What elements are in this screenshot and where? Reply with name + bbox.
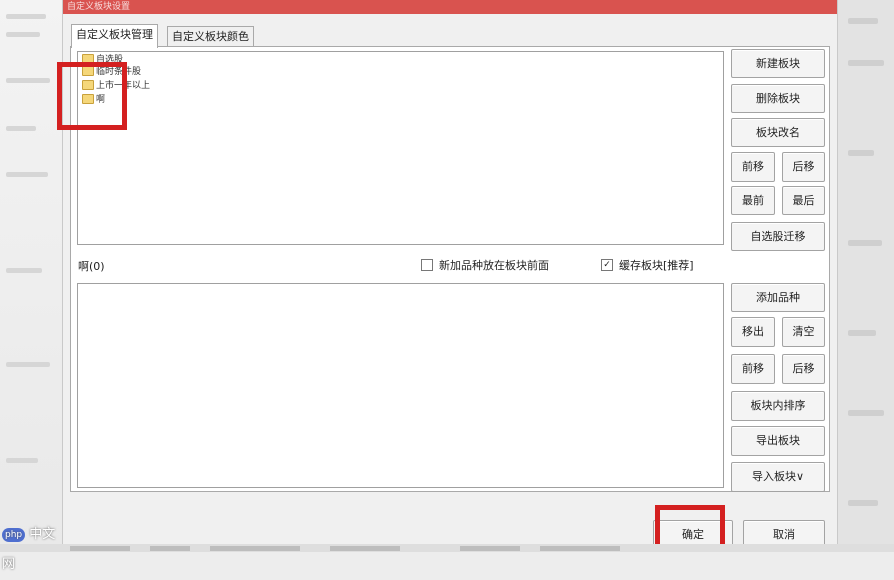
blurred-text xyxy=(6,172,48,177)
migrate-watchlist-button[interactable]: 自选股迁移 xyxy=(731,222,825,251)
export-block-button[interactable]: 导出板块 xyxy=(731,426,825,456)
blurred-text xyxy=(848,150,874,156)
blurred-text xyxy=(70,546,130,551)
blurred-text xyxy=(848,500,878,506)
add-to-front-checkbox[interactable] xyxy=(421,259,433,271)
sort-in-block-button[interactable]: 板块内排序 xyxy=(731,391,825,421)
new-block-button[interactable]: 新建板块 xyxy=(731,49,825,78)
stock-move-forward-button[interactable]: 前移 xyxy=(731,354,775,384)
watermark-badge: php xyxy=(2,527,26,542)
dialog-title: 自定义板块设置 xyxy=(67,2,131,12)
blurred-text xyxy=(6,126,36,131)
blurred-text xyxy=(6,78,50,83)
remove-stock-button[interactable]: 移出 xyxy=(731,317,775,347)
block-move-last-button[interactable]: 最后 xyxy=(782,186,825,215)
block-tree[interactable]: 自选股 临时条件股 上市一年以上 啊 xyxy=(77,51,724,245)
block-move-back-button[interactable]: 后移 xyxy=(782,152,825,182)
blurred-text xyxy=(6,268,42,273)
clear-stocks-button[interactable]: 清空 xyxy=(782,317,825,347)
highlight-box-tree-item xyxy=(57,62,127,130)
delete-block-button[interactable]: 删除板块 xyxy=(731,84,825,113)
blurred-text xyxy=(460,546,520,551)
tab-block-color[interactable]: 自定义板块颜色 xyxy=(167,26,254,47)
add-to-front-label: 新加品种放在板块前面 xyxy=(439,259,549,272)
blurred-text xyxy=(6,14,46,19)
blurred-text xyxy=(848,18,878,24)
blurred-text xyxy=(848,240,882,246)
add-to-front-option[interactable]: 新加品种放在板块前面 xyxy=(421,257,549,273)
blurred-text xyxy=(848,410,884,416)
blurred-text xyxy=(330,546,400,551)
background-window-left xyxy=(0,0,62,552)
stock-list[interactable] xyxy=(77,283,724,488)
site-watermark: php 中文网 xyxy=(2,520,60,572)
block-move-first-button[interactable]: 最前 xyxy=(731,186,775,215)
blurred-text xyxy=(848,330,876,336)
cache-block-checkbox[interactable]: ✓ xyxy=(601,259,613,271)
blurred-text xyxy=(150,546,190,551)
blurred-text xyxy=(210,546,300,551)
stock-move-back-button[interactable]: 后移 xyxy=(782,354,825,384)
tab-block-management[interactable]: 自定义板块管理 xyxy=(71,24,158,48)
blurred-text xyxy=(6,362,50,367)
background-window-right xyxy=(838,0,894,552)
rename-block-button[interactable]: 板块改名 xyxy=(731,118,825,147)
stock-list-label: 啊(0) xyxy=(78,260,105,273)
cache-block-option[interactable]: ✓ 缓存板块[推荐] xyxy=(601,257,694,273)
blurred-text xyxy=(6,458,38,463)
blurred-text xyxy=(6,32,40,37)
add-stock-button[interactable]: 添加品种 xyxy=(731,283,825,312)
cache-block-label: 缓存板块[推荐] xyxy=(619,259,694,272)
dialog-titlebar[interactable]: 自定义板块设置 xyxy=(63,0,837,14)
block-move-forward-button[interactable]: 前移 xyxy=(731,152,775,182)
blurred-text xyxy=(540,546,620,551)
custom-block-settings-dialog: 自定义板块设置 自定义板块管理 自定义板块颜色 自选股 临时条件股 上市一年以上… xyxy=(57,0,838,552)
background-taskbar xyxy=(0,544,894,552)
blurred-text xyxy=(848,60,884,66)
import-block-button[interactable]: 导入板块∨ xyxy=(731,462,825,492)
